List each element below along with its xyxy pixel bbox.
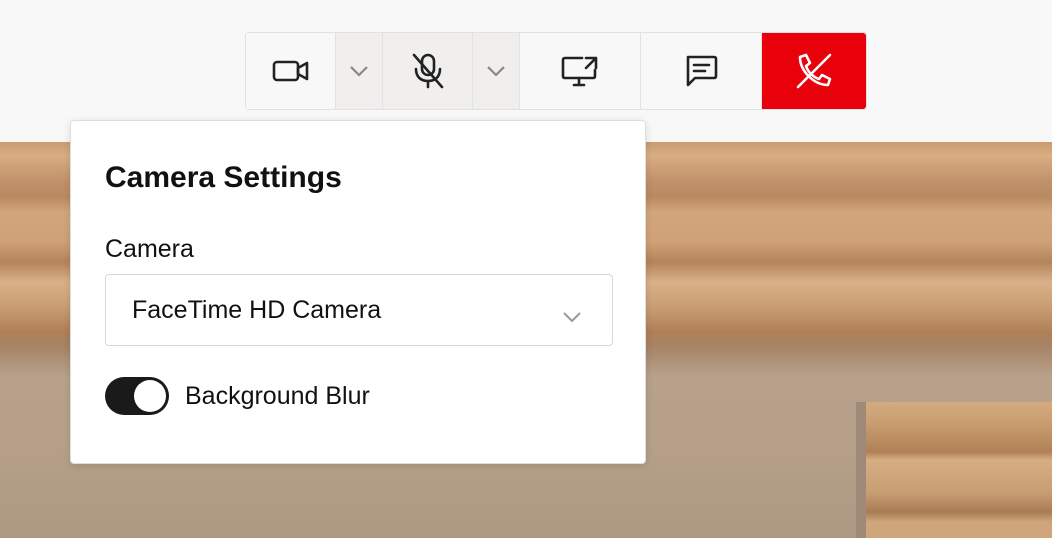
camera-options-dropdown[interactable] <box>336 33 383 109</box>
phone-hangup-icon <box>794 51 834 91</box>
camera-select-value: FaceTime HD Camera <box>132 295 382 324</box>
background-blur-row: Background Blur <box>105 377 370 415</box>
chevron-down-icon <box>486 65 506 77</box>
chevron-down-icon <box>562 301 582 330</box>
camera-label: Camera <box>105 235 194 263</box>
popup-title: Camera Settings <box>105 161 342 194</box>
toggle-knob <box>134 380 166 412</box>
video-camera-icon <box>272 58 310 84</box>
background-blur-toggle[interactable] <box>105 377 169 415</box>
microphone-button[interactable] <box>383 33 473 109</box>
camera-button[interactable] <box>246 33 336 109</box>
microphone-options-dropdown[interactable] <box>473 33 520 109</box>
end-call-button[interactable] <box>762 33 866 109</box>
microphone-off-icon <box>411 52 445 90</box>
video-feed-detail <box>866 402 1052 538</box>
chat-button[interactable] <box>641 33 762 109</box>
chat-icon <box>683 54 719 88</box>
chevron-down-icon <box>349 65 369 77</box>
camera-select[interactable]: FaceTime HD Camera <box>105 274 613 346</box>
screen-share-icon <box>560 54 600 88</box>
call-toolbar <box>245 32 867 110</box>
share-screen-button[interactable] <box>520 33 641 109</box>
video-feed-detail <box>856 402 866 538</box>
background-blur-label: Background Blur <box>185 381 370 410</box>
camera-settings-popup: Camera Settings Camera FaceTime HD Camer… <box>70 120 646 464</box>
video-call-screen: Camera Settings Camera FaceTime HD Camer… <box>0 0 1052 538</box>
